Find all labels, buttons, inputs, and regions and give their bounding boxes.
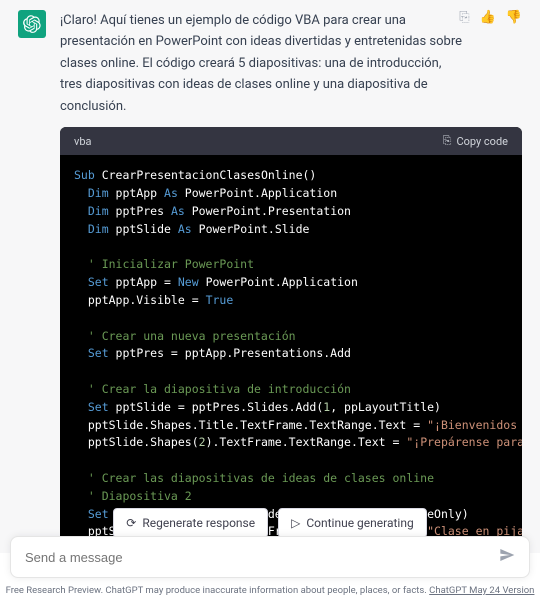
copy-code-button[interactable]: ⎘ Copy code <box>443 134 508 148</box>
code-content[interactable]: Sub CrearPresentacionClasesOnline() Dim … <box>60 155 522 553</box>
regenerate-button[interactable]: ⟳ Regenerate response <box>113 508 268 538</box>
thumbs-down-icon[interactable]: 👎 <box>506 10 522 25</box>
regenerate-label: Regenerate response <box>142 516 255 530</box>
send-button[interactable] <box>499 547 515 567</box>
code-lang-label: vba <box>74 135 92 148</box>
code-block: vba ⎘ Copy code Sub CrearPresentacionCla… <box>60 127 522 553</box>
copy-code-label: Copy code <box>456 135 508 148</box>
openai-icon <box>23 15 41 33</box>
footer-disclaimer: Free Research Preview. ChatGPT may produ… <box>0 585 540 596</box>
continue-icon: ▷ <box>291 516 300 530</box>
message-input-area <box>10 536 530 578</box>
bottom-actions: ⟳ Regenerate response ▷ Continue generat… <box>0 508 540 538</box>
code-wrapper: vba ⎘ Copy code Sub CrearPresentacionCla… <box>0 117 540 553</box>
send-icon <box>499 547 515 563</box>
continue-button[interactable]: ▷ Continue generating <box>278 508 427 538</box>
feedback-group: ⎘ 👍 👎 <box>459 10 522 25</box>
assistant-message-row: ¡Claro! Aquí tienes un ejemplo de código… <box>0 0 540 117</box>
assistant-avatar <box>18 10 46 38</box>
message-input[interactable] <box>25 550 499 565</box>
thumbs-up-icon[interactable]: 👍 <box>480 10 496 25</box>
refresh-icon: ⟳ <box>126 516 136 530</box>
code-header: vba ⎘ Copy code <box>60 127 522 155</box>
continue-label: Continue generating <box>306 516 413 530</box>
version-link[interactable]: ChatGPT May 24 Version <box>429 585 534 596</box>
clipboard-icon: ⎘ <box>443 134 452 148</box>
intro-text: ¡Claro! Aquí tienes un ejemplo de código… <box>60 10 522 117</box>
message-body: ¡Claro! Aquí tienes un ejemplo de código… <box>60 10 522 117</box>
copy-icon[interactable]: ⎘ <box>459 10 469 25</box>
